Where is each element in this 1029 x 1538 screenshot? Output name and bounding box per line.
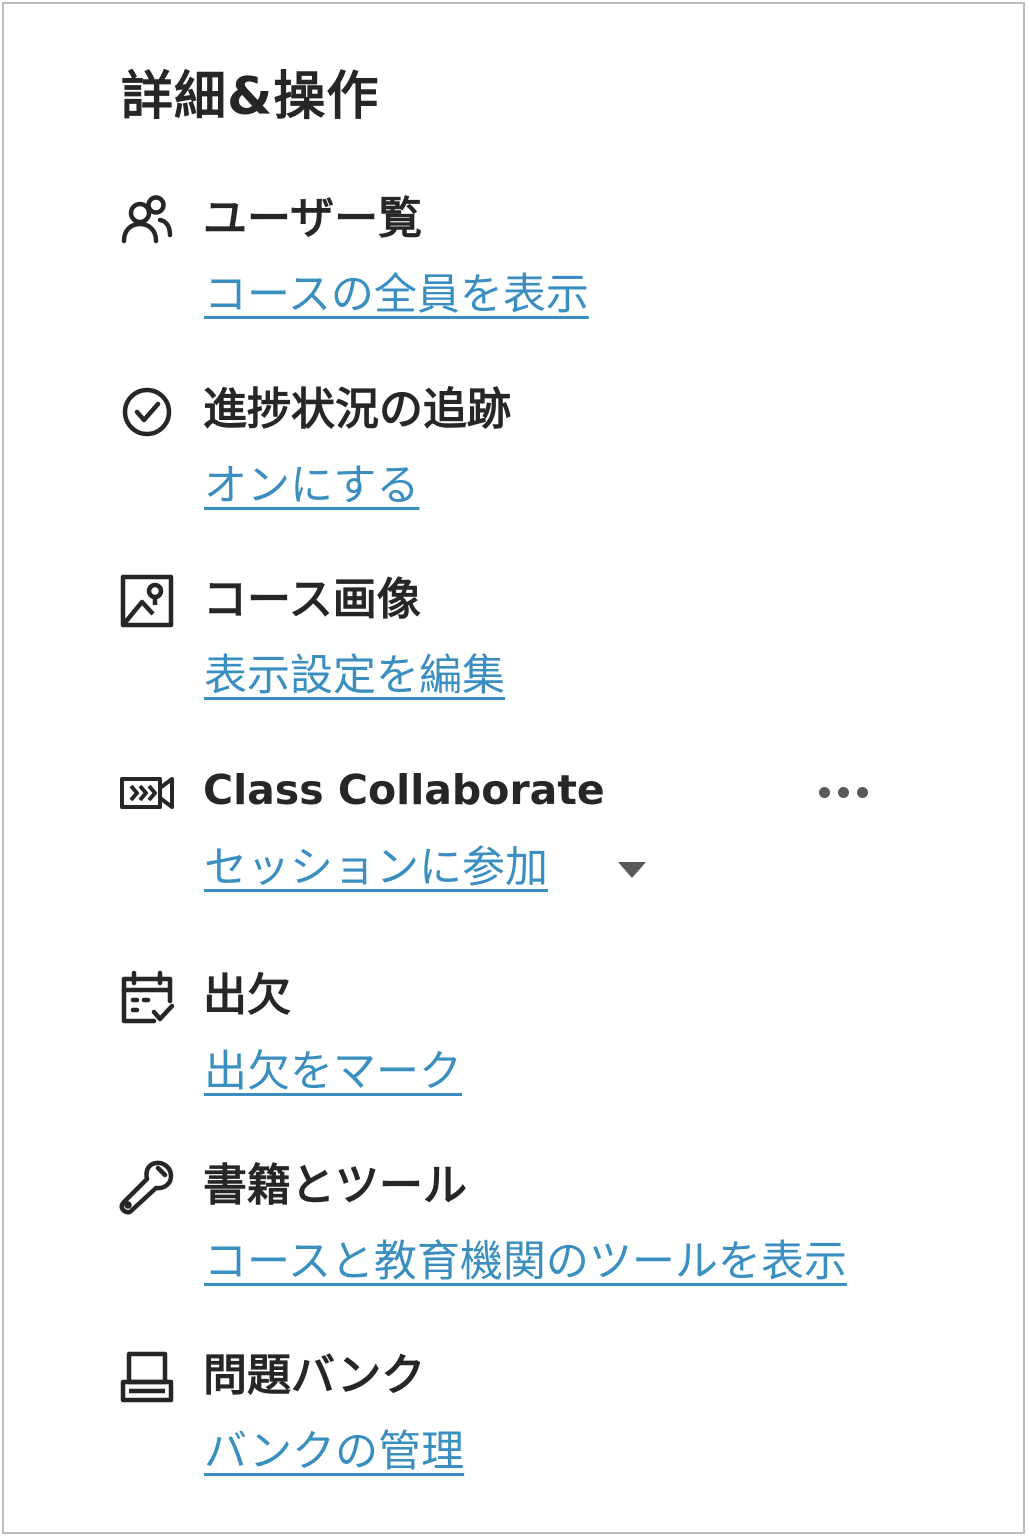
item-title: 出欠 [203, 970, 291, 1021]
manage-banks-link[interactable]: バンクの管理 [204, 1422, 464, 1482]
dot [856, 786, 868, 798]
panel-title: 詳細&操作 [121, 67, 380, 127]
view-tools-link[interactable]: コースと教育機関のツールを表示 [204, 1232, 847, 1292]
item-title: コース画像 [203, 574, 421, 625]
dot [837, 786, 849, 798]
check-circle-icon [116, 380, 178, 442]
item-title: Class Collaborate [203, 766, 605, 814]
join-session-link[interactable]: セッションに参加 [204, 838, 548, 898]
dot [818, 786, 830, 798]
calendar-check-icon [116, 966, 178, 1028]
wrench-icon [116, 1156, 178, 1218]
item-title: 進捗状況の追跡 [203, 384, 511, 435]
turn-on-progress-link[interactable]: オンにする [204, 456, 419, 516]
question-bank-icon [116, 1346, 178, 1408]
item-title: 書籍とツール [203, 1160, 467, 1211]
video-camera-icon [116, 762, 178, 824]
edit-display-settings-link[interactable]: 表示設定を編集 [204, 646, 505, 706]
details-actions-panel: 詳細&操作 ユーザー覧 コースの全員を表示 進捗状況の追跡 オンにする コース画… [2, 2, 1025, 1534]
chevron-down-icon[interactable] [612, 850, 652, 890]
more-options-button[interactable] [804, 770, 882, 814]
item-title: ユーザー覧 [203, 193, 423, 244]
item-title: 問題バンク [203, 1350, 426, 1401]
view-course-members-link[interactable]: コースの全員を表示 [204, 265, 589, 325]
mark-attendance-link[interactable]: 出欠をマーク [204, 1042, 462, 1102]
users-icon [116, 189, 178, 251]
image-icon [116, 570, 178, 632]
